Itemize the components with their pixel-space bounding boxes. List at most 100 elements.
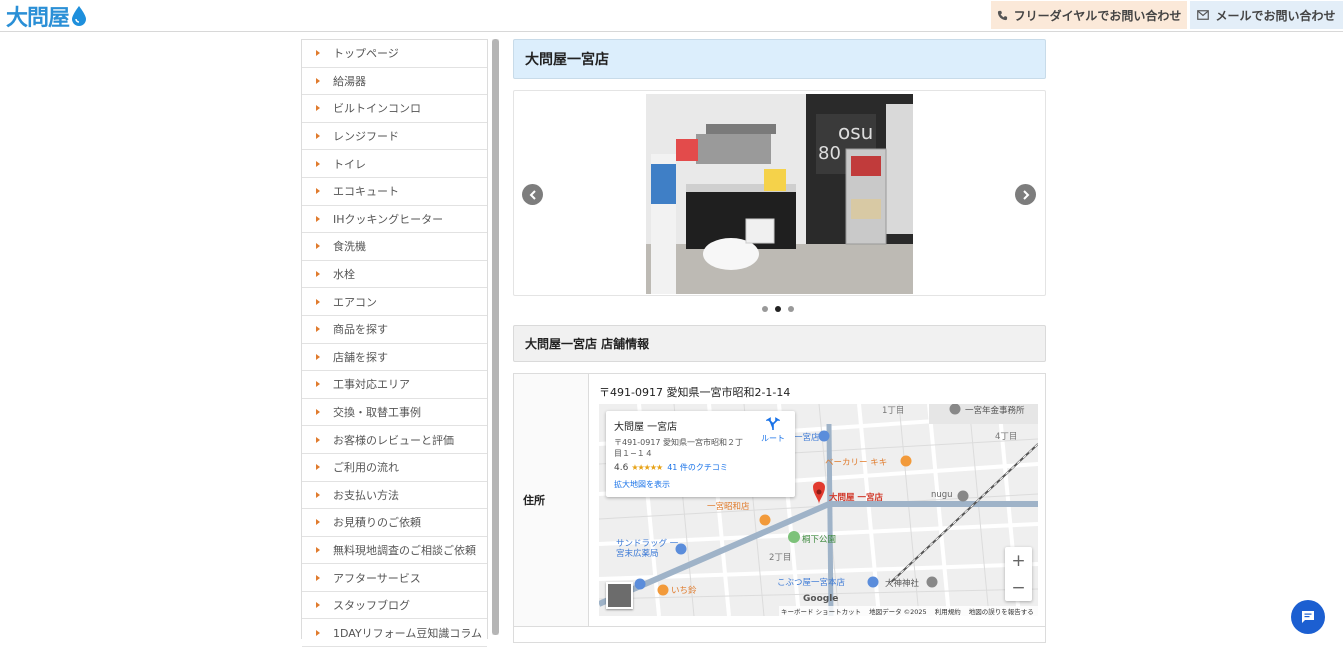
sidebar-item-label: トップページ <box>333 47 399 61</box>
sidebar-item-label: 商品を探す <box>333 323 388 337</box>
caret-right-icon <box>316 381 320 388</box>
sidebar-item[interactable]: 工事対応エリア <box>302 371 487 399</box>
sidebar-item-label: 店舗を探す <box>333 350 388 364</box>
image-slider: osu 80 <box>513 90 1046 296</box>
map-data-text: 地図データ ©2025 <box>869 608 927 616</box>
slider-prev-button[interactable] <box>522 184 543 205</box>
store-info-title: 大問屋一宮店 店舗情報 <box>513 325 1046 362</box>
water-drop-icon <box>72 6 87 26</box>
chat-button[interactable] <box>1291 600 1325 634</box>
map-label-drugstore[interactable]: サンドラッグ 一宮末広薬局 <box>616 539 686 559</box>
sidebar-item[interactable]: ビルトインコンロ <box>302 95 487 123</box>
map-label-shop[interactable]: 一宮昭和店 <box>707 500 750 512</box>
map-layer-toggle[interactable] <box>606 582 633 609</box>
sidebar-item-label: トイレ <box>333 157 366 171</box>
sidebar-item[interactable]: 店舗を探す <box>302 344 487 372</box>
sidebar-item[interactable]: トイレ <box>302 150 487 178</box>
slider-next-button[interactable] <box>1015 184 1036 205</box>
sidebar-item-label: 無料現地調査のご相談ご依頼 <box>333 543 476 557</box>
caret-right-icon <box>316 574 320 581</box>
view-larger-map-link[interactable]: 拡大地図を表示 <box>614 479 787 490</box>
map-card-address: 〒491-0917 愛知県一宮市昭和２丁目１−１４ <box>614 438 744 458</box>
caret-right-icon <box>316 546 320 553</box>
caret-right-icon <box>316 50 320 57</box>
site-header: 大問屋 フリーダイヤルでお問い合わせ メールでお問い合わせ <box>0 0 1343 32</box>
slider-dot[interactable] <box>788 306 794 312</box>
sidebar-item-label: 食洗機 <box>333 240 366 254</box>
terms-link[interactable]: 利用規約 <box>935 606 961 616</box>
map-label-shrine[interactable]: 大神神社 <box>885 577 919 589</box>
sidebar-item[interactable]: トップページ <box>302 40 487 68</box>
slider-dots <box>762 306 794 312</box>
report-error-link[interactable]: 地図の誤りを報告する <box>969 606 1034 616</box>
sidebar-item-label: 工事対応エリア <box>333 378 410 392</box>
chevron-left-icon <box>529 189 536 200</box>
page-title: 大問屋一宮店 <box>513 39 1046 79</box>
sidebar-item-label: 給湯器 <box>333 74 366 88</box>
sidebar-scrollbar[interactable] <box>492 39 499 635</box>
map-footer: キーボード ショートカット 地図データ ©2025 利用規約 地図の誤りを報告す… <box>779 606 1038 616</box>
sidebar-item[interactable]: 水栓 <box>302 261 487 289</box>
map-label-ichiban[interactable]: いち鈴 <box>671 584 697 596</box>
sidebar-item-label: 交換・取替工事例 <box>333 406 421 420</box>
sidebar-item[interactable]: レンジフード <box>302 123 487 151</box>
map-pin-label[interactable]: 大問屋 一宮店 <box>829 491 883 503</box>
sidebar-item[interactable]: エアコン <box>302 288 487 316</box>
mail-contact-label: メールでお問い合わせ <box>1215 8 1336 23</box>
caret-right-icon <box>316 215 320 222</box>
sidebar-item[interactable]: スタッフブログ <box>302 592 487 620</box>
map-label-kobutsu[interactable]: こぶつ屋一宮本店 <box>777 576 845 588</box>
map-label-office[interactable]: 一宮年金事務所 <box>965 404 1025 416</box>
logo-text: 大問屋 <box>6 6 70 31</box>
sidebar-item[interactable]: お支払い方法 <box>302 482 487 510</box>
caret-right-icon <box>316 271 320 278</box>
map-label-bakery[interactable]: ベーカリー キキ <box>825 456 887 468</box>
sidebar-item[interactable]: 商品を探す <box>302 316 487 344</box>
sidebar-item-label: ビルトインコンロ <box>333 102 421 116</box>
zoom-out-button[interactable]: − <box>1005 574 1032 601</box>
scrollbar-thumb[interactable] <box>492 39 499 635</box>
sidebar-item-label: エアコン <box>333 295 377 309</box>
site-logo[interactable]: 大問屋 <box>6 2 88 31</box>
sidebar-item[interactable]: アフターサービス <box>302 564 487 592</box>
sidebar-item[interactable]: 給湯器 <box>302 68 487 96</box>
map-label-chome2: 2丁目 <box>769 553 792 563</box>
sidebar-item[interactable]: エコキュート <box>302 178 487 206</box>
caret-right-icon <box>316 436 320 443</box>
zoom-in-button[interactable]: + <box>1005 547 1032 574</box>
caret-right-icon <box>316 77 320 84</box>
caret-right-icon <box>316 298 320 305</box>
route-button[interactable]: ルート <box>755 417 791 444</box>
map-label-chome4: 4丁目 <box>995 432 1018 442</box>
sidebar-item[interactable]: お客様のレビューと評価 <box>302 426 487 454</box>
sidebar-item[interactable]: ご利用の流れ <box>302 454 487 482</box>
slider-dot[interactable] <box>762 306 768 312</box>
chevron-right-icon <box>1022 189 1029 200</box>
google-map[interactable]: 大問屋 一宮店 ベーカリー キキ nugu 一宮店 一宮年金事務所 1丁目 4丁… <box>599 404 1038 616</box>
chat-icon <box>1302 611 1314 623</box>
free-dial-button[interactable]: フリーダイヤルでお問い合わせ <box>991 1 1187 29</box>
sidebar-nav: トップページ 給湯器ビルトインコンロレンジフードトイレエコキュート IHクッキングヒ… <box>301 39 488 647</box>
map-label-ichinomiya[interactable]: 一宮店 <box>794 431 820 443</box>
sidebar-item[interactable]: お見積りのご依頼 <box>302 509 487 537</box>
star-rating-icon: ★★★★★ <box>631 463 663 472</box>
sidebar-item-label: お支払い方法 <box>333 488 399 502</box>
sidebar-item[interactable]: 1DAYリフォーム豆知識コラム <box>302 619 487 647</box>
sidebar-item[interactable]: IHクッキングヒーター <box>302 206 487 234</box>
sidebar-item-label: エコキュート <box>333 185 399 199</box>
sidebar-item[interactable]: 交換・取替工事例 <box>302 399 487 427</box>
keyboard-shortcuts-link[interactable]: キーボード ショートカット <box>781 606 861 616</box>
sidebar-item-label: アフターサービス <box>333 571 421 585</box>
caret-right-icon <box>316 243 320 250</box>
map-label-park[interactable]: 桐下公園 <box>802 533 836 545</box>
caret-right-icon <box>316 409 320 416</box>
sidebar-item[interactable]: 無料現地調査のご相談ご依頼 <box>302 537 487 565</box>
mail-contact-button[interactable]: メールでお問い合わせ <box>1190 1 1343 29</box>
map-card-reviews-link[interactable]: 41 件のクチコミ <box>667 462 728 473</box>
google-logo: Google <box>803 594 839 604</box>
slider-dot-active[interactable] <box>775 306 781 312</box>
sidebar-item-label: 水栓 <box>333 268 355 282</box>
map-label-nugu[interactable]: nugu <box>931 490 953 500</box>
sidebar-item[interactable]: 食洗機 <box>302 233 487 261</box>
map-label-chome1: 1丁目 <box>882 406 905 416</box>
